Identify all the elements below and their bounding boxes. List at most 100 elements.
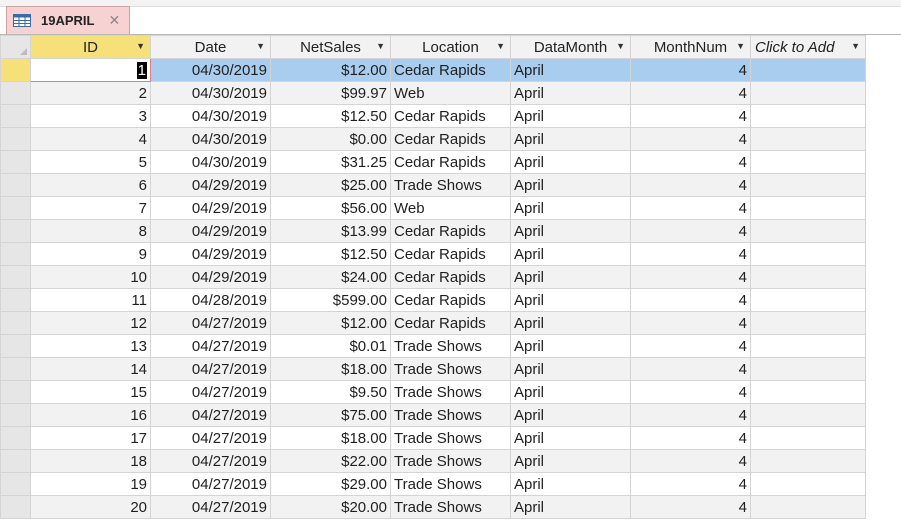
cell-date[interactable]: 04/27/2019 <box>150 426 271 450</box>
cell-add[interactable] <box>750 380 866 404</box>
row-selector[interactable] <box>0 495 31 519</box>
cell-monthnum[interactable]: 4 <box>630 127 751 151</box>
cell-monthnum[interactable]: 4 <box>630 58 751 82</box>
cell-add[interactable] <box>750 403 866 427</box>
cell-id[interactable]: 9 <box>30 242 151 266</box>
cell-id[interactable]: 19 <box>30 472 151 496</box>
row-selector[interactable] <box>0 311 31 335</box>
cell-add[interactable] <box>750 357 866 381</box>
cell-monthnum[interactable]: 4 <box>630 357 751 381</box>
cell-id[interactable]: 14 <box>30 357 151 381</box>
cell-datamonth[interactable]: April <box>510 472 631 496</box>
cell-add[interactable] <box>750 196 866 220</box>
cell-date[interactable]: 04/30/2019 <box>150 150 271 174</box>
column-header-date[interactable]: Date ▼ <box>150 35 271 59</box>
datasheet-grid[interactable]: ID ▼ Date ▼ NetSales ▼ Location ▼ DataMonth ▼… <box>0 34 901 523</box>
column-header-location[interactable]: Location ▼ <box>390 35 511 59</box>
cell-date[interactable]: 04/29/2019 <box>150 265 271 289</box>
cell-netsales[interactable]: $22.00 <box>270 449 391 473</box>
cell-add[interactable] <box>750 173 866 197</box>
cell-monthnum[interactable]: 4 <box>630 265 751 289</box>
column-header-id[interactable]: ID ▼ <box>30 35 151 59</box>
cell-id[interactable]: 7 <box>30 196 151 220</box>
cell-location[interactable]: Trade Shows <box>390 495 511 519</box>
cell-add[interactable] <box>750 472 866 496</box>
row-selector[interactable] <box>0 173 31 197</box>
cell-netsales[interactable]: $599.00 <box>270 288 391 312</box>
cell-monthnum[interactable]: 4 <box>630 472 751 496</box>
cell-date[interactable]: 04/27/2019 <box>150 380 271 404</box>
cell-location[interactable]: Cedar Rapids <box>390 219 511 243</box>
row-selector[interactable] <box>0 288 31 312</box>
cell-monthnum[interactable]: 4 <box>630 150 751 174</box>
cell-add[interactable] <box>750 288 866 312</box>
column-header-datamonth[interactable]: DataMonth ▼ <box>510 35 631 59</box>
cell-monthnum[interactable]: 4 <box>630 196 751 220</box>
cell-monthnum[interactable]: 4 <box>630 104 751 128</box>
row-selector[interactable] <box>0 334 31 358</box>
table-row[interactable]: 8 04/29/2019 $13.99 Cedar Rapids April 4 <box>0 219 866 243</box>
cell-id[interactable]: 1 <box>30 58 151 82</box>
cell-date[interactable]: 04/27/2019 <box>150 334 271 358</box>
cell-monthnum[interactable]: 4 <box>630 334 751 358</box>
cell-datamonth[interactable]: April <box>510 288 631 312</box>
row-selector[interactable] <box>0 196 31 220</box>
cell-id[interactable]: 5 <box>30 150 151 174</box>
cell-add[interactable] <box>750 58 866 82</box>
cell-location[interactable]: Cedar Rapids <box>390 311 511 335</box>
cell-monthnum[interactable]: 4 <box>630 81 751 105</box>
dropdown-arrow-icon[interactable]: ▼ <box>496 41 505 51</box>
cell-datamonth[interactable]: April <box>510 58 631 82</box>
table-row[interactable]: 2 04/30/2019 $99.97 Web April 4 <box>0 81 866 105</box>
dropdown-arrow-icon[interactable]: ▼ <box>376 41 385 51</box>
cell-monthnum[interactable]: 4 <box>630 495 751 519</box>
cell-datamonth[interactable]: April <box>510 426 631 450</box>
cell-id[interactable]: 6 <box>30 173 151 197</box>
cell-location[interactable]: Cedar Rapids <box>390 58 511 82</box>
cell-id[interactable]: 12 <box>30 311 151 335</box>
table-row[interactable]: 10 04/29/2019 $24.00 Cedar Rapids April 4 <box>0 265 866 289</box>
cell-datamonth[interactable]: April <box>510 449 631 473</box>
table-row[interactable]: 13 04/27/2019 $0.01 Trade Shows April 4 <box>0 334 866 358</box>
cell-datamonth[interactable]: April <box>510 265 631 289</box>
dropdown-arrow-icon[interactable]: ▼ <box>256 41 265 51</box>
cell-monthnum[interactable]: 4 <box>630 288 751 312</box>
cell-netsales[interactable]: $12.00 <box>270 58 391 82</box>
table-row[interactable]: 1 04/30/2019 $12.00 Cedar Rapids April 4 <box>0 58 866 82</box>
cell-location[interactable]: Trade Shows <box>390 426 511 450</box>
select-all-corner[interactable] <box>0 35 31 59</box>
table-row[interactable]: 4 04/30/2019 $0.00 Cedar Rapids April 4 <box>0 127 866 151</box>
dropdown-arrow-icon[interactable]: ▼ <box>851 41 860 51</box>
cell-add[interactable] <box>750 81 866 105</box>
cell-date[interactable]: 04/30/2019 <box>150 81 271 105</box>
table-row[interactable]: 20 04/27/2019 $20.00 Trade Shows April 4 <box>0 495 866 519</box>
cell-location[interactable]: Trade Shows <box>390 472 511 496</box>
row-selector[interactable] <box>0 242 31 266</box>
table-row[interactable]: 11 04/28/2019 $599.00 Cedar Rapids April 4 <box>0 288 866 312</box>
cell-netsales[interactable]: $25.00 <box>270 173 391 197</box>
cell-monthnum[interactable]: 4 <box>630 219 751 243</box>
cell-netsales[interactable]: $0.00 <box>270 127 391 151</box>
cell-location[interactable]: Trade Shows <box>390 403 511 427</box>
cell-datamonth[interactable]: April <box>510 357 631 381</box>
table-row[interactable]: 5 04/30/2019 $31.25 Cedar Rapids April 4 <box>0 150 866 174</box>
row-selector[interactable] <box>0 449 31 473</box>
cell-netsales[interactable]: $31.25 <box>270 150 391 174</box>
row-selector[interactable] <box>0 472 31 496</box>
cell-monthnum[interactable]: 4 <box>630 449 751 473</box>
cell-datamonth[interactable]: April <box>510 150 631 174</box>
cell-netsales[interactable]: $9.50 <box>270 380 391 404</box>
cell-location[interactable]: Web <box>390 81 511 105</box>
cell-netsales[interactable]: $12.50 <box>270 242 391 266</box>
column-header-monthnum[interactable]: MonthNum ▼ <box>630 35 751 59</box>
cell-location[interactable]: Trade Shows <box>390 449 511 473</box>
cell-location[interactable]: Cedar Rapids <box>390 127 511 151</box>
cell-location[interactable]: Cedar Rapids <box>390 150 511 174</box>
cell-datamonth[interactable]: April <box>510 127 631 151</box>
cell-location[interactable]: Trade Shows <box>390 173 511 197</box>
table-row[interactable]: 12 04/27/2019 $12.00 Cedar Rapids April 4 <box>0 311 866 335</box>
cell-datamonth[interactable]: April <box>510 495 631 519</box>
cell-date[interactable]: 04/27/2019 <box>150 357 271 381</box>
cell-add[interactable] <box>750 426 866 450</box>
table-row[interactable]: 6 04/29/2019 $25.00 Trade Shows April 4 <box>0 173 866 197</box>
